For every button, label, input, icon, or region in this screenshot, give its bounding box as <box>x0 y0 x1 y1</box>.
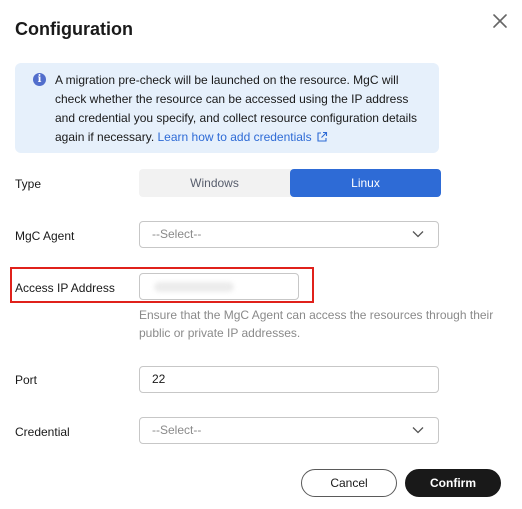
type-label: Type <box>15 177 42 191</box>
type-option-linux[interactable]: Linux <box>290 169 441 197</box>
close-icon[interactable] <box>490 11 510 31</box>
credential-select[interactable]: --Select-- <box>139 417 439 444</box>
credential-select-value: --Select-- <box>152 423 202 437</box>
learn-credentials-link-label: Learn how to add credentials <box>157 130 312 144</box>
port-label: Port <box>15 373 38 387</box>
credential-label: Credential <box>15 425 70 439</box>
chevron-down-icon <box>412 427 424 434</box>
notice-text: A migration pre-check will be launched o… <box>55 71 425 147</box>
dialog-title: Configuration <box>15 19 133 39</box>
external-link-icon <box>317 131 327 142</box>
info-notice: A migration pre-check will be launched o… <box>15 63 439 153</box>
chevron-down-icon <box>412 231 424 238</box>
port-input[interactable]: 22 <box>139 366 439 393</box>
highlight-box <box>10 267 314 303</box>
confirm-button[interactable]: Confirm <box>405 469 501 497</box>
type-option-windows[interactable]: Windows <box>139 169 290 197</box>
agent-label: MgC Agent <box>15 229 75 243</box>
ip-hint: Ensure that the MgC Agent can access the… <box>139 308 494 340</box>
learn-credentials-link[interactable]: Learn how to add credentials <box>158 130 328 144</box>
agent-select[interactable]: --Select-- <box>139 221 439 248</box>
cancel-button[interactable]: Cancel <box>301 469 397 497</box>
type-toggle: Windows Linux <box>139 169 441 197</box>
info-icon <box>33 73 46 86</box>
agent-select-value: --Select-- <box>152 227 202 241</box>
